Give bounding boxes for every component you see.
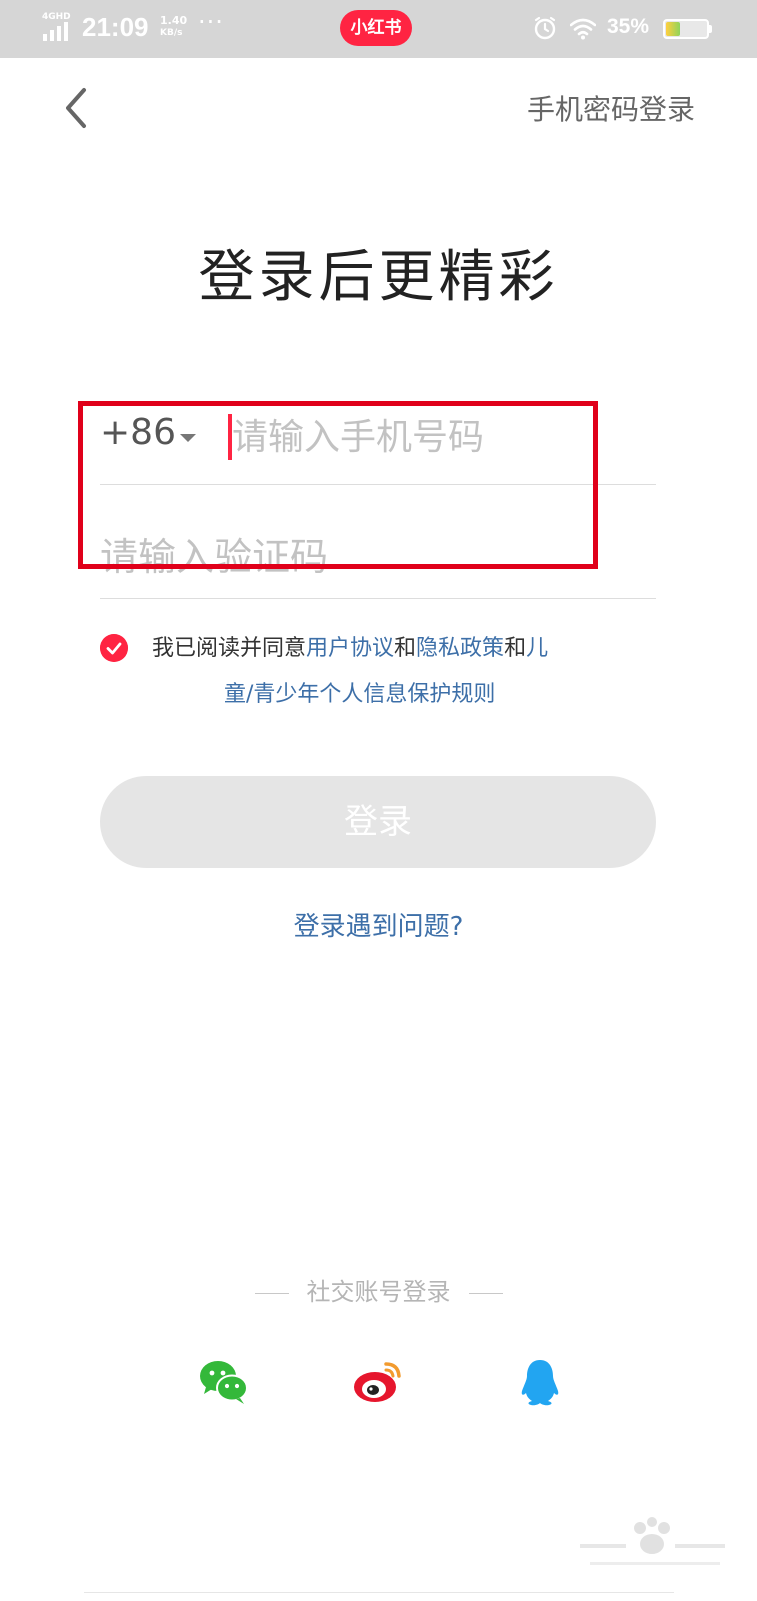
signal-icon — [43, 22, 68, 41]
verification-code-input[interactable] — [100, 522, 520, 592]
phone-number-input[interactable] — [232, 408, 652, 466]
status-bar: 4GHD 21:09 1.40 KB/s ··· 小红书 35% — [0, 0, 757, 58]
agreement-prefix: 我已阅读并同意 — [152, 636, 307, 661]
social-login-heading: 社交账号登录 — [0, 1272, 757, 1307]
network-speed-value: 1.40 — [160, 14, 188, 27]
phone-number-row: +86 — [100, 398, 656, 485]
phone-password-login-link[interactable]: 手机密码登录 — [527, 88, 695, 128]
login-button[interactable]: 登录 — [100, 776, 656, 868]
agreement-checkbox-checked-icon[interactable] — [100, 634, 128, 662]
battery-cap — [709, 25, 712, 33]
clock: 21:09 — [82, 12, 149, 42]
children-privacy-link-part1[interactable]: 儿 — [526, 636, 548, 661]
back-chevron-left-icon[interactable] — [60, 86, 94, 130]
agreement-and-2: 和 — [504, 636, 527, 661]
network-speed: 1.40 KB/s — [160, 15, 187, 39]
agreement-text: 我已阅读并同意用户协议和隐私政策和儿 童/青少年个人信息保护规则 — [152, 626, 652, 718]
battery-percent: 35% — [607, 15, 650, 38]
agreement-and-1: 和 — [394, 636, 417, 661]
social-login-title: 社交账号登录 — [306, 1278, 451, 1306]
privacy-policy-link[interactable]: 隐私政策 — [416, 636, 504, 661]
network-speed-unit: KB/s — [160, 28, 183, 38]
login-trouble-link[interactable]: 登录遇到问题? — [0, 906, 757, 943]
more-notifications-icon: ··· — [198, 8, 224, 36]
baidu-jingyan-watermark-logo — [580, 1517, 725, 1565]
page-title: 登录后更精彩 — [198, 245, 559, 310]
children-privacy-link-part2[interactable]: 童/青少年个人信息保护规则 — [224, 682, 495, 707]
verification-code-row — [100, 484, 656, 599]
app-badge: 小红书 — [340, 10, 412, 46]
wechat-icon[interactable] — [198, 1358, 250, 1406]
qq-icon[interactable] — [514, 1358, 566, 1406]
user-agreement-link[interactable]: 用户协议 — [306, 636, 394, 661]
country-code-selector[interactable]: +86 — [100, 412, 176, 453]
caret-down-icon[interactable] — [180, 434, 196, 442]
battery-level — [666, 22, 680, 36]
wifi-icon — [570, 18, 596, 40]
divider-left — [254, 1292, 289, 1294]
alarm-icon — [534, 16, 556, 40]
weibo-icon[interactable] — [352, 1358, 404, 1406]
battery-icon — [663, 19, 709, 39]
divider-right — [468, 1292, 503, 1294]
